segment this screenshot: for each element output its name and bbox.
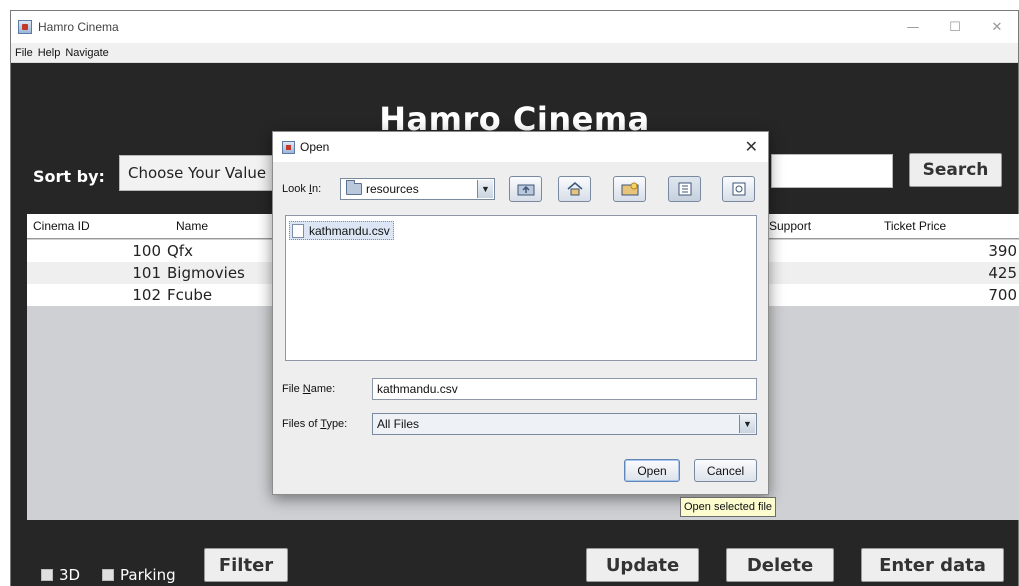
checkbox-3d-box[interactable] [41, 569, 53, 581]
checkbox-parking-box[interactable] [102, 569, 114, 581]
cell-cinema-id: 102 [132, 286, 161, 304]
file-type-value: All Files [377, 417, 420, 431]
sort-label: Sort by: [33, 167, 105, 186]
filter-button[interactable]: Filter [204, 548, 288, 582]
minimize-button[interactable]: — [892, 11, 934, 43]
cancel-button[interactable]: Cancel [694, 459, 757, 482]
window-controls: — ☐ ✕ [892, 11, 1018, 43]
column-header-ticket-price[interactable]: Ticket Price [884, 219, 946, 233]
dialog-title: Open [300, 140, 330, 154]
open-tooltip: Open selected file [680, 497, 777, 517]
sort-dropdown[interactable]: Choose Your Value [119, 155, 279, 191]
file-type-dropdown[interactable]: All Files ▼ [372, 413, 757, 435]
up-folder-button[interactable] [509, 176, 542, 202]
checkbox-parking-label: Parking [120, 566, 176, 584]
folder-icon [346, 180, 362, 195]
look-in-label: Look In: [282, 183, 322, 195]
column-header-name[interactable]: Name [176, 219, 208, 233]
checkbox-3d[interactable]: 3D [41, 566, 80, 584]
java-app-icon [18, 20, 32, 34]
open-button[interactable]: Open [624, 459, 680, 482]
cell-ticket-price: 700 [988, 286, 1017, 304]
chevron-down-icon[interactable]: ▼ [477, 180, 493, 198]
look-in-dropdown[interactable]: resources ▼ [340, 178, 495, 200]
enter-data-button[interactable]: Enter data [861, 548, 1004, 582]
java-app-icon [282, 140, 295, 154]
file-list-item[interactable]: kathmandu.csv [289, 221, 394, 240]
checkbox-parking[interactable]: Parking [102, 566, 176, 584]
column-header-cinema-id[interactable]: Cinema ID [33, 219, 90, 233]
checkbox-3d-label: 3D [59, 566, 81, 584]
up-folder-icon [517, 184, 534, 196]
cell-cinema-id: 100 [132, 242, 161, 260]
dialog-close-icon[interactable]: ✕ [745, 137, 758, 156]
home-icon [567, 182, 582, 196]
details-view-icon [732, 182, 745, 196]
menu-bar: File Help Navigate [11, 43, 1018, 63]
look-in-value: resources [366, 182, 419, 196]
cell-name: Bigmovies [167, 264, 245, 282]
chevron-down-icon[interactable]: ▼ [739, 415, 755, 433]
maximize-button[interactable]: ☐ [934, 11, 976, 43]
column-header-support[interactable]: Support [769, 219, 811, 233]
list-view-button[interactable] [668, 176, 701, 202]
cell-cinema-id: 101 [132, 264, 161, 282]
details-view-button[interactable] [722, 176, 755, 202]
file-icon [292, 223, 304, 238]
cell-name: Fcube [167, 286, 213, 304]
file-name-label: File Name: [282, 383, 336, 395]
search-input[interactable] [771, 154, 893, 188]
home-button[interactable] [558, 176, 591, 202]
new-folder-icon [621, 182, 638, 196]
title-bar: Hamro Cinema — ☐ ✕ [11, 11, 1018, 43]
menu-navigate[interactable]: Navigate [65, 47, 108, 59]
search-button[interactable]: Search [909, 153, 1002, 187]
delete-button[interactable]: Delete [726, 548, 834, 582]
open-file-dialog: Open ✕ Look In: resources ▼ kathmandu.cs… [272, 131, 769, 495]
file-name: kathmandu.csv [309, 223, 390, 238]
file-name-input[interactable]: kathmandu.csv [372, 378, 757, 400]
dialog-title-bar: Open ✕ [273, 132, 768, 162]
new-folder-button[interactable] [613, 176, 646, 202]
menu-file[interactable]: File [15, 47, 33, 59]
list-view-icon [678, 182, 691, 196]
cell-name: Qfx [167, 242, 193, 260]
file-type-label: Files of Type: [282, 418, 348, 430]
close-button[interactable]: ✕ [976, 11, 1018, 43]
file-list[interactable]: kathmandu.csv [285, 215, 757, 361]
update-button[interactable]: Update [586, 548, 699, 582]
menu-help[interactable]: Help [38, 47, 61, 59]
window-title: Hamro Cinema [38, 20, 119, 34]
cell-ticket-price: 425 [988, 264, 1017, 282]
cell-ticket-price: 390 [988, 242, 1017, 260]
